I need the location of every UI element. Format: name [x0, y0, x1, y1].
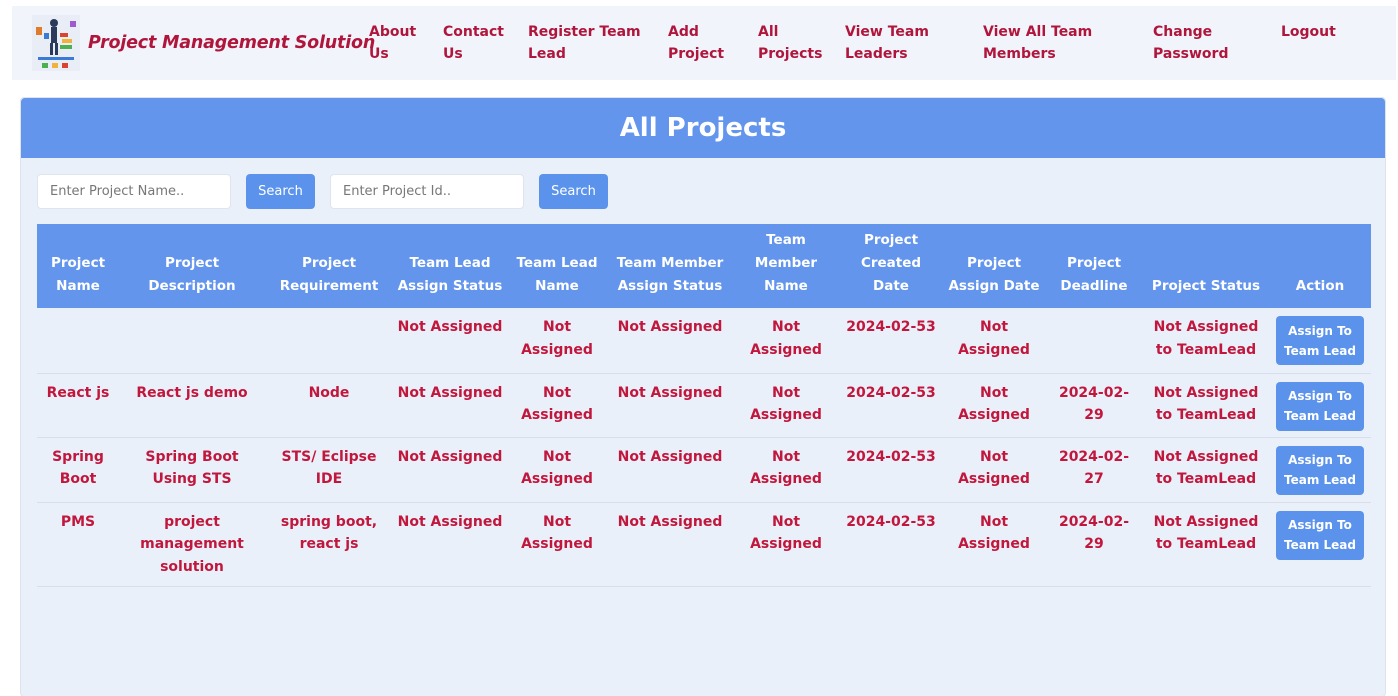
nav-contact-us[interactable]: Contact Us — [443, 21, 504, 65]
cell-team-member-assign-status: Not Assigned — [607, 373, 733, 438]
cell-project-status: Not Assigned to TeamLead — [1143, 373, 1269, 438]
cell-project-status: Not Assigned to TeamLead — [1143, 308, 1269, 374]
header-team-member-assign-status: Team Member Assign Status — [607, 224, 733, 308]
project-management-logo-icon — [30, 13, 82, 73]
cell-action: Assign To Team Lead — [1269, 437, 1371, 503]
cell-project-created-date: 2024-02-53 — [839, 373, 943, 438]
cell-project-created-date: 2024-02-53 — [839, 502, 943, 587]
header-project-requirement: Project Requirement — [265, 224, 393, 308]
cell-project-requirement: STS/ Eclipse IDE — [265, 437, 393, 503]
cell-project-name: Spring Boot — [37, 437, 119, 503]
cell-team-member-assign-status: Not Assigned — [607, 308, 733, 374]
header-team-lead-assign-status: Team Lead Assign Status — [393, 224, 507, 308]
nav-register-team-lead[interactable]: Register Team Lead — [528, 21, 641, 65]
project-name-search-button[interactable]: Search — [246, 174, 315, 209]
header-project-description: Project Description — [119, 224, 265, 308]
cell-project-assign-date: Not Assigned — [943, 373, 1045, 438]
cell-project-assign-date: Not Assigned — [943, 502, 1045, 587]
cell-project-requirement — [265, 308, 393, 374]
project-name-search-input[interactable] — [37, 174, 231, 209]
table-row: Not Assigned Not Assigned Not Assigned No… — [37, 308, 1371, 374]
cell-project-description: React js demo — [119, 373, 265, 438]
project-id-search-button[interactable]: Search — [539, 174, 608, 209]
all-projects-card: All Projects Search Search ProjectName P… — [20, 97, 1386, 696]
nav-add-project[interactable]: Add Project — [668, 21, 724, 65]
header-action: Action — [1269, 224, 1371, 308]
nav-change-password[interactable]: Change Password — [1153, 21, 1228, 65]
cell-project-name — [37, 308, 119, 374]
cell-project-deadline: 2024-02- 29 — [1045, 502, 1143, 587]
cell-team-lead-assign-status: Not Assigned — [393, 437, 507, 503]
cell-project-requirement: spring boot, react js — [265, 502, 393, 587]
nav-logout[interactable]: Logout — [1281, 21, 1336, 43]
cell-team-lead-assign-status: Not Assigned — [393, 502, 507, 587]
navbar: Project Management Solution About Us Cont… — [12, 6, 1396, 80]
cell-project-name: PMS — [37, 502, 119, 587]
cell-action: Assign To Team Lead — [1269, 308, 1371, 374]
cell-project-name: React js — [37, 373, 119, 438]
page-title: All Projects — [619, 113, 787, 143]
nav-about-us[interactable]: About Us — [369, 21, 416, 65]
cell-team-member-name: Not Assigned — [733, 373, 839, 438]
cell-project-requirement: Node — [265, 373, 393, 438]
cell-team-member-name: Not Assigned — [733, 502, 839, 587]
projects-table: Project Name Project Description Project Re… — [37, 224, 1371, 587]
cell-team-lead-name: Not Assigned — [507, 502, 607, 587]
cell-action: Assign To Team Lead — [1269, 373, 1371, 438]
table-row: Spring Boot Spring Boot Using STS STS/ E… — [37, 437, 1371, 503]
cell-team-member-name: Not Assigned — [733, 308, 839, 374]
project-id-search-input[interactable] — [330, 174, 524, 209]
cell-team-lead-name: Not Assigned — [507, 308, 607, 374]
table-row: React js React js demo Node Not Assigned… — [37, 373, 1371, 438]
nav-view-team-leaders[interactable]: View Team Leaders — [845, 21, 929, 65]
cell-project-assign-date: Not Assigned — [943, 437, 1045, 503]
cell-project-created-date: 2024-02-53 — [839, 437, 943, 503]
assign-to-team-lead-button[interactable]: Assign To Team Lead — [1276, 316, 1364, 365]
nav-view-all-team-members[interactable]: View All Team Members — [983, 21, 1092, 65]
cell-project-created-date: 2024-02-53 — [839, 308, 943, 374]
assign-to-team-lead-button[interactable]: Assign To Team Lead — [1276, 381, 1364, 431]
cell-project-description: Spring Boot Using STS — [119, 437, 265, 503]
header-project-created-date: Project Created Date — [839, 224, 943, 308]
header-team-lead-name: Team Lead Name — [507, 224, 607, 308]
cell-team-lead-assign-status: Not Assigned — [393, 308, 507, 374]
cell-project-description: project management solution — [119, 502, 265, 587]
header-project-status: Project Status — [1143, 224, 1269, 308]
brand-name: Project Management Solution — [88, 33, 376, 53]
cell-project-status: Not Assigned to TeamLead — [1143, 502, 1269, 587]
cell-project-status: Not Assigned to TeamLead — [1143, 437, 1269, 503]
cell-project-deadline — [1045, 308, 1143, 374]
cell-team-member-assign-status: Not Assigned — [607, 437, 733, 503]
cell-team-lead-name: Not Assigned — [507, 373, 607, 438]
header-project-deadline: Project Deadline — [1045, 224, 1143, 308]
assign-to-team-lead-button[interactable]: Assign To Team Lead — [1276, 445, 1364, 495]
assign-to-team-lead-button[interactable]: Assign To Team Lead — [1276, 510, 1364, 560]
cell-project-description — [119, 308, 265, 374]
cell-project-deadline: 2024-02- 27 — [1045, 437, 1143, 503]
card-header: All Projects — [21, 98, 1385, 158]
table-header-row: Project Name Project Description Project Re… — [37, 224, 1371, 308]
table-row: PMS project management solution spring b… — [37, 502, 1371, 587]
cell-team-member-name: Not Assigned — [733, 437, 839, 503]
brand[interactable]: Project Management Solution — [30, 12, 375, 74]
nav-all-projects[interactable]: All Projects — [758, 21, 822, 65]
cell-team-lead-assign-status: Not Assigned — [393, 373, 507, 438]
header-project-assign-date: Project Assign Date — [943, 224, 1045, 308]
cell-project-assign-date: Not Assigned — [943, 308, 1045, 374]
cell-team-lead-name: Not Assigned — [507, 437, 607, 503]
header-project-name: Project Name — [37, 224, 119, 308]
header-team-member-name: Team Member Name — [733, 224, 839, 308]
cell-team-member-assign-status: Not Assigned — [607, 502, 733, 587]
cell-project-deadline: 2024-02- 29 — [1045, 373, 1143, 438]
cell-action: Assign To Team Lead — [1269, 502, 1371, 587]
